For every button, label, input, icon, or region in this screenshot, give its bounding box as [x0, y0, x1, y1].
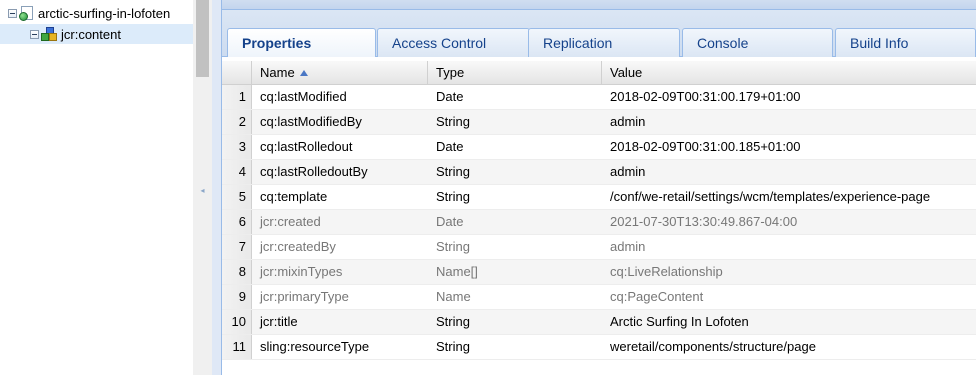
grid-header: Name Type Value [222, 61, 976, 85]
property-name[interactable]: cq:lastModified [252, 85, 428, 109]
row-number: 6 [222, 210, 252, 234]
property-value[interactable]: weretail/components/structure/page [602, 335, 976, 359]
property-type[interactable]: String [428, 310, 602, 334]
property-type[interactable]: String [428, 185, 602, 209]
page-icon [19, 5, 34, 21]
table-row[interactable]: 7 jcr:createdBy String admin [222, 235, 976, 260]
property-value[interactable]: /conf/we-retail/settings/wcm/templates/e… [602, 185, 976, 209]
property-type[interactable]: Name[] [428, 260, 602, 284]
row-number: 4 [222, 160, 252, 184]
tree-node-page[interactable]: arctic-surfing-in-lofoten [8, 3, 170, 23]
table-row[interactable]: 4 cq:lastRolledoutBy String admin [222, 160, 976, 185]
property-type[interactable]: String [428, 160, 602, 184]
row-number: 11 [222, 335, 252, 359]
column-header-label: Type [436, 65, 465, 80]
property-name[interactable]: jcr:title [252, 310, 428, 334]
property-name[interactable]: cq:template [252, 185, 428, 209]
editor-header-strip [222, 0, 976, 10]
column-header-name[interactable]: Name [252, 61, 428, 85]
row-number: 5 [222, 185, 252, 209]
grid-rows: 1 cq:lastModified Date 2018-02-09T00:31:00.… [222, 85, 976, 360]
property-type[interactable]: Date [428, 210, 602, 234]
tree-node-label: jcr:content [61, 26, 121, 42]
row-number: 1 [222, 85, 252, 109]
tab-access-control[interactable]: Access Control [377, 28, 530, 57]
tree-scrollbar[interactable]: ◂ [193, 0, 212, 375]
tab-properties[interactable]: Properties [227, 28, 376, 58]
table-row[interactable]: 1 cq:lastModified Date 2018-02-09T00:31:00.… [222, 85, 976, 110]
property-value[interactable]: cq:LiveRelationship [602, 260, 976, 284]
property-value[interactable]: admin [602, 160, 976, 184]
collapse-panel-arrow-icon[interactable]: ◂ [193, 186, 212, 195]
properties-grid: Name Type Value 1 cq:lastModified Date 2018… [222, 57, 976, 375]
property-name[interactable]: jcr:created [252, 210, 428, 234]
table-row[interactable]: 3 cq:lastRolledout Date 2018-02-09T00:31:00… [222, 135, 976, 160]
column-header-label: Value [610, 65, 643, 80]
row-number: 7 [222, 235, 252, 259]
tab-replication[interactable]: Replication [528, 28, 680, 57]
property-type[interactable]: Name [428, 285, 602, 309]
tree-node-jcr-content[interactable]: jcr:content [0, 24, 193, 44]
property-value[interactable]: admin [602, 110, 976, 134]
repository-tree: arctic-surfing-in-lofoten jcr:content [0, 0, 193, 375]
property-type[interactable]: Date [428, 135, 602, 159]
column-header-label: Name [260, 65, 295, 80]
property-value[interactable]: 2018-02-09T00:31:00.185+01:00 [602, 135, 976, 159]
node-content-icon [41, 26, 58, 42]
collapse-toggle-icon[interactable] [8, 8, 17, 18]
property-type[interactable]: String [428, 335, 602, 359]
property-value[interactable]: 2021-07-30T13:30:49.867-04:00 [602, 210, 976, 234]
table-row[interactable]: 8 jcr:mixinTypes Name[] cq:LiveRelationship [222, 260, 976, 285]
row-number: 9 [222, 285, 252, 309]
table-row[interactable]: 9 jcr:primaryType Name cq:PageContent [222, 285, 976, 310]
tab-bar: Properties Access Control Replication Co… [222, 10, 976, 58]
tab-console[interactable]: Console [682, 28, 833, 57]
table-row[interactable]: 6 jcr:created Date 2021-07-30T13:30:49.867-… [222, 210, 976, 235]
property-name[interactable]: jcr:mixinTypes [252, 260, 428, 284]
sort-ascending-icon [299, 70, 308, 76]
column-header-value[interactable]: Value [602, 61, 976, 85]
property-name[interactable]: cq:lastModifiedBy [252, 110, 428, 134]
row-number-header [222, 61, 252, 85]
table-row[interactable]: 5 cq:template String/conf/we-retail/settin… [222, 185, 976, 210]
panel-splitter[interactable] [212, 0, 222, 375]
property-type[interactable]: Date [428, 85, 602, 109]
property-value[interactable]: Arctic Surfing In Lofoten [602, 310, 976, 334]
scrollbar-thumb[interactable] [196, 0, 209, 77]
column-header-type[interactable]: Type [428, 61, 602, 85]
row-number: 3 [222, 135, 252, 159]
tab-build-info[interactable]: Build Info [835, 28, 976, 57]
property-name[interactable]: sling:resourceType [252, 335, 428, 359]
property-name[interactable]: jcr:primaryType [252, 285, 428, 309]
property-name[interactable]: jcr:createdBy [252, 235, 428, 259]
row-number: 8 [222, 260, 252, 284]
table-row[interactable]: 10 jcr:title String Arctic Surfing In Lofot… [222, 310, 976, 335]
property-type[interactable]: String [428, 110, 602, 134]
row-number: 10 [222, 310, 252, 334]
table-row[interactable]: 11 sling:resourceType String weretail/compo… [222, 335, 976, 360]
property-value[interactable]: cq:PageContent [602, 285, 976, 309]
table-row[interactable]: 2 cq:lastModifiedBy String admin [222, 110, 976, 135]
property-type[interactable]: String [428, 235, 602, 259]
collapse-toggle-icon[interactable] [30, 29, 39, 39]
row-number: 2 [222, 110, 252, 134]
property-name[interactable]: cq:lastRolledout [252, 135, 428, 159]
property-value[interactable]: 2018-02-09T00:31:00.179+01:00 [602, 85, 976, 109]
property-name[interactable]: cq:lastRolledoutBy [252, 160, 428, 184]
tree-node-label: arctic-surfing-in-lofoten [38, 5, 171, 21]
property-value[interactable]: admin [602, 235, 976, 259]
